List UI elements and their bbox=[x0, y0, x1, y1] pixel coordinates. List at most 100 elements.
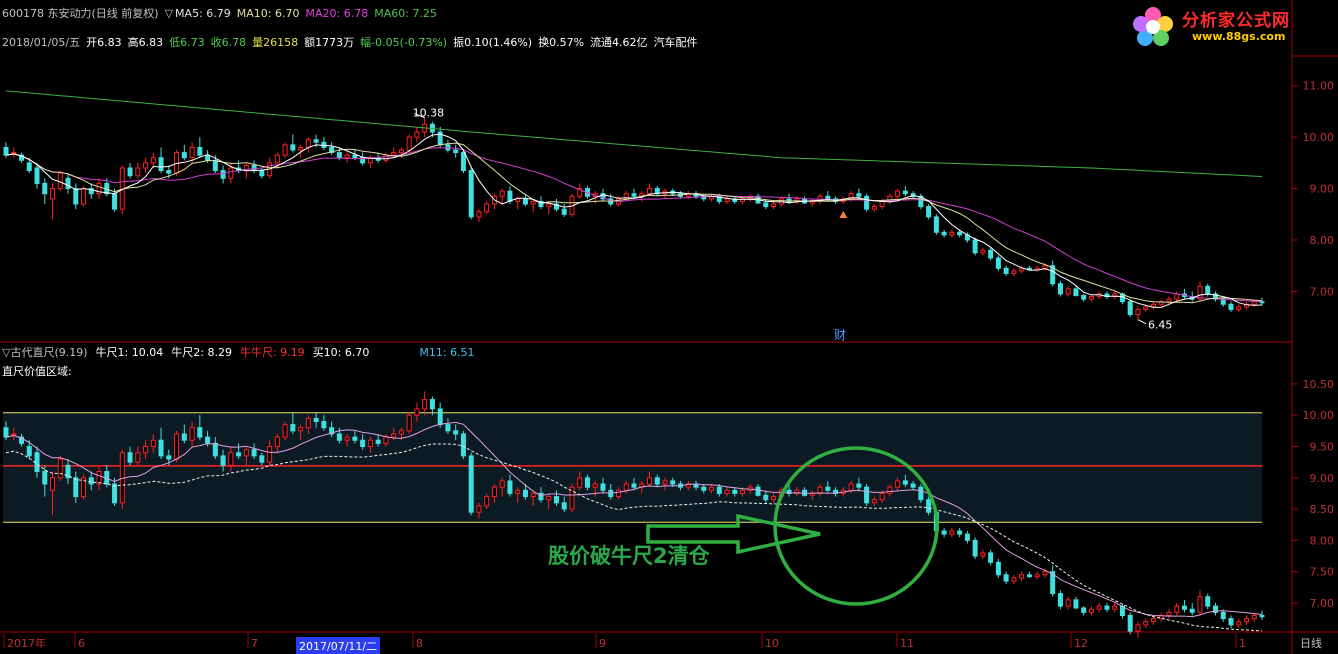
indicator-candle-body bbox=[1150, 618, 1156, 623]
chart-window: 11.00 10.00 9.00 8.00 7.00 10.50 10.00 9.50 9.00… bbox=[0, 0, 1338, 654]
price-candle-body bbox=[980, 249, 986, 254]
indicator-candle-body bbox=[127, 452, 133, 463]
price-candle bbox=[709, 193, 715, 202]
indicator-candle-body bbox=[3, 427, 9, 438]
indicator-candle-body bbox=[732, 489, 738, 494]
indicator-candle-body bbox=[499, 480, 505, 488]
indicator-axis-tick-label-1: 10.00 bbox=[1303, 409, 1335, 422]
indicator-candle-body bbox=[205, 436, 211, 444]
indicator-candle-body bbox=[763, 494, 769, 501]
indicator-candle-body bbox=[709, 486, 715, 491]
price-candle-body bbox=[941, 231, 947, 236]
indicator-candle bbox=[1236, 618, 1242, 628]
indicator-candle-body bbox=[515, 489, 521, 494]
price-candle-body bbox=[205, 154, 211, 161]
price-axis-tick-label-1: 10.00 bbox=[1303, 131, 1335, 144]
indicator-candle-body bbox=[26, 445, 32, 457]
indicator-candle bbox=[282, 421, 288, 441]
ma-value-3: MA60: 7.25 bbox=[374, 7, 437, 20]
indicator-candle bbox=[1143, 618, 1149, 628]
indicator-candle-body bbox=[267, 445, 273, 463]
indicator-candle-body bbox=[453, 430, 459, 435]
indicator-candle-body bbox=[1127, 614, 1133, 632]
price-candle bbox=[34, 162, 40, 189]
price-candle bbox=[158, 147, 164, 174]
indicator-candle bbox=[864, 484, 870, 506]
indicator-candle bbox=[980, 549, 986, 560]
price-candle bbox=[1212, 291, 1218, 302]
price-candle bbox=[3, 142, 9, 158]
price-candle bbox=[181, 144, 187, 161]
indicator-candle-body bbox=[197, 427, 203, 438]
indicator-candle-body bbox=[189, 427, 195, 441]
selected-date[interactable]: 2017/07/11/二 bbox=[296, 637, 381, 654]
indicator-candle-body bbox=[321, 420, 327, 429]
indicator-candle bbox=[57, 455, 63, 481]
indicator-candle-body bbox=[274, 436, 280, 447]
price-candle bbox=[701, 193, 707, 202]
indicator-candle bbox=[1096, 602, 1102, 613]
indicator-candle bbox=[926, 496, 932, 516]
indicator-candle bbox=[1019, 571, 1025, 582]
price-candle bbox=[724, 196, 730, 204]
quote-field-10: 流通4.62亿 bbox=[590, 36, 648, 49]
price-candle-body bbox=[166, 170, 172, 174]
price-candle-body bbox=[1205, 285, 1211, 295]
indicator-candle-body bbox=[50, 477, 56, 491]
price-candle bbox=[1243, 301, 1249, 310]
quote-field-4: 收6.78 bbox=[210, 36, 247, 49]
indicator-axis-tick-label-7: 7.00 bbox=[1310, 597, 1335, 610]
price-candle bbox=[468, 168, 474, 220]
price-candle bbox=[73, 183, 79, 210]
price-candle bbox=[988, 247, 994, 261]
price-candle-body bbox=[1174, 293, 1180, 300]
indicator-candle-body bbox=[895, 480, 901, 488]
price-candle bbox=[1150, 301, 1156, 310]
price-candle-body bbox=[220, 170, 226, 179]
price-candle bbox=[127, 162, 133, 179]
indicator-candle bbox=[1034, 571, 1040, 580]
price-candle bbox=[57, 170, 63, 192]
price-candle bbox=[1236, 304, 1242, 312]
price-candle-body bbox=[902, 190, 908, 195]
price-candle-body bbox=[228, 167, 234, 179]
indicator-candle-body bbox=[491, 486, 497, 498]
price-candle-body bbox=[414, 131, 420, 138]
price-candle-body bbox=[647, 188, 653, 195]
price-candle bbox=[19, 152, 25, 163]
price-candle bbox=[220, 165, 226, 184]
indicator-field-4: 买10: 6.70 bbox=[312, 346, 370, 359]
indicator-candle-body bbox=[879, 492, 885, 501]
price-candle-body bbox=[1065, 288, 1071, 295]
indicator-candle-body bbox=[980, 552, 986, 557]
indicator-candle-body bbox=[135, 452, 141, 463]
price-candle bbox=[1197, 281, 1203, 302]
quote-field-6: 额1773万 bbox=[304, 36, 355, 49]
indicator-candle-body bbox=[181, 433, 187, 441]
price-candle bbox=[887, 193, 893, 204]
indicator-candle-body bbox=[150, 439, 156, 447]
indicator-candle-body bbox=[422, 399, 428, 410]
indicator-candle-body bbox=[1228, 618, 1234, 626]
indicator-candle-body bbox=[1135, 624, 1141, 632]
indicator-candle-body bbox=[654, 477, 660, 485]
price-candle-body bbox=[1236, 306, 1242, 310]
indicator-candle bbox=[1205, 593, 1211, 610]
indicator-candle-body bbox=[158, 439, 164, 457]
ma-toggle-icon[interactable]: ▽ bbox=[165, 7, 173, 20]
indicator-candle-body bbox=[228, 452, 234, 466]
indicator-axis-tick-label-4: 8.50 bbox=[1310, 503, 1335, 516]
quote-field-5: 量26158 bbox=[252, 36, 299, 49]
price-candle-body bbox=[344, 154, 350, 159]
ma-values: MA5: 6.79 MA10: 6.70 MA20: 6.78 MA60: 7.25 bbox=[175, 7, 443, 20]
price-candle-body bbox=[391, 152, 397, 156]
price-candle-body bbox=[453, 149, 459, 154]
price-candle bbox=[1073, 286, 1079, 297]
indicator-candle bbox=[1011, 574, 1017, 585]
indicator-candle-body bbox=[166, 455, 172, 460]
price-candle-body bbox=[1088, 296, 1094, 300]
price-candle-body bbox=[336, 152, 342, 159]
price-candle-body bbox=[949, 231, 955, 236]
price-candle bbox=[771, 201, 777, 210]
indicator-candle bbox=[460, 430, 466, 460]
